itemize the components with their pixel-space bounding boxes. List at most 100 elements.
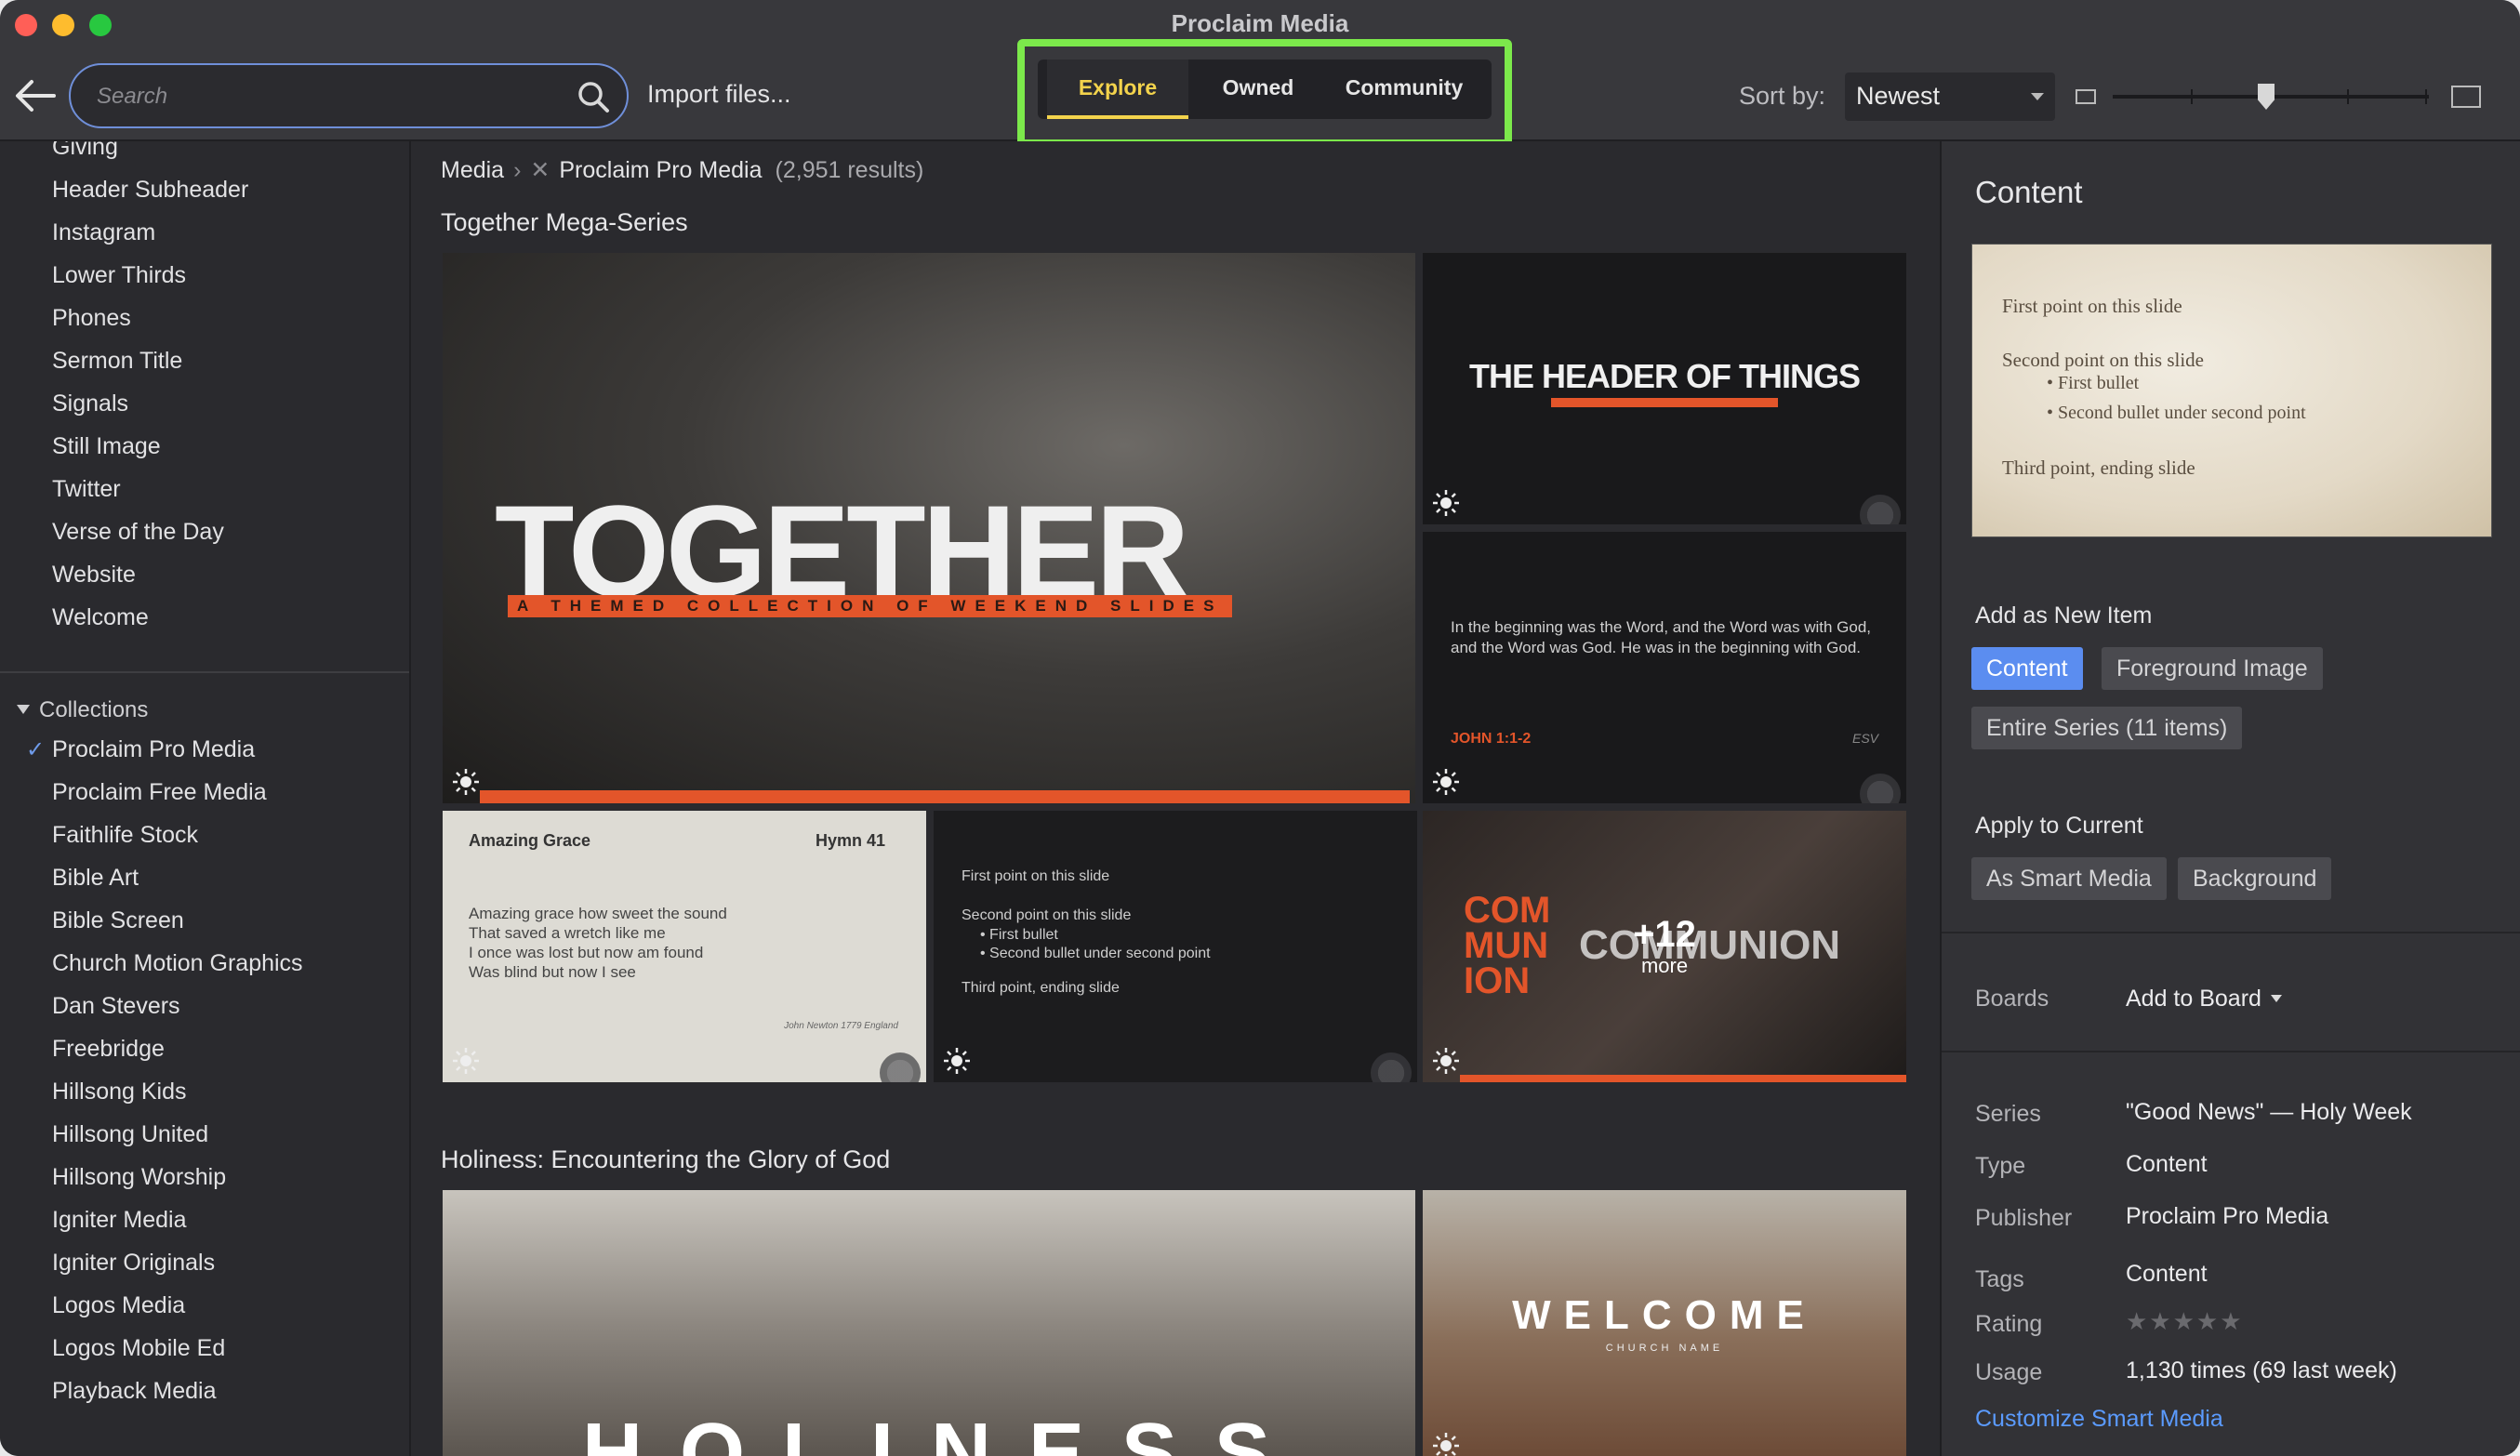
rating-stars[interactable]: ★★★★★ bbox=[2126, 1307, 2244, 1336]
thumbnail-title: Amazing Grace bbox=[469, 831, 591, 850]
accent-bar bbox=[1551, 398, 1778, 407]
disclosure-triangle-icon bbox=[17, 705, 30, 714]
small-thumbnail-icon[interactable] bbox=[2076, 89, 2096, 104]
customize-smart-media-link[interactable]: Customize Smart Media bbox=[1975, 1406, 2223, 1433]
slide-point: Second point on this slide bbox=[962, 907, 1132, 923]
sort-value: Newest bbox=[1856, 82, 1941, 110]
search-box[interactable] bbox=[69, 63, 629, 128]
collection-igniter-originals[interactable]: Igniter Originals bbox=[52, 1250, 215, 1277]
slider-tick bbox=[2347, 89, 2349, 104]
sidebar-item-website[interactable]: Website bbox=[52, 562, 136, 589]
thumbnail-subtext: CHURCH NAME bbox=[1605, 1343, 1724, 1354]
remove-filter-icon[interactable]: ✕ bbox=[530, 157, 550, 183]
collection-playback-media[interactable]: Playback Media bbox=[52, 1378, 216, 1405]
apply-smart-media-button[interactable]: As Smart Media bbox=[1971, 857, 2167, 900]
collections-header[interactable]: Collections bbox=[17, 697, 148, 723]
sidebar-item-welcome[interactable]: Welcome bbox=[52, 604, 149, 631]
collection-proclaim-pro-media[interactable]: Proclaim Pro Media bbox=[52, 736, 255, 763]
accent-bar bbox=[480, 790, 1410, 803]
apply-background-button[interactable]: Background bbox=[2178, 857, 2332, 900]
panel-divider bbox=[1942, 1051, 2520, 1052]
collection-hillsong-kids[interactable]: Hillsong Kids bbox=[52, 1079, 187, 1105]
collection-logos-mobile-ed[interactable]: Logos Mobile Ed bbox=[52, 1335, 225, 1362]
more-items-thumbnail[interactable]: COM MUN ION COMMUNION +12 more bbox=[1423, 811, 1906, 1082]
smart-media-icon bbox=[453, 769, 479, 795]
media-thumbnail[interactable]: TOGETHER A THEMED COLLECTION OF WEEKEND … bbox=[443, 253, 1415, 803]
preview-bullet: • Second bullet under second point bbox=[2047, 403, 2306, 423]
add-content-button[interactable]: Content bbox=[1971, 647, 2083, 690]
details-panel: Content First point on this slide Second… bbox=[1940, 141, 2520, 1456]
preview-point: Third point, ending slide bbox=[2002, 457, 2195, 479]
import-files-button[interactable]: Import files... bbox=[647, 80, 791, 109]
collection-faithlife-stock[interactable]: Faithlife Stock bbox=[52, 822, 198, 849]
section-title[interactable]: Together Mega-Series bbox=[441, 208, 688, 237]
tab-community[interactable]: Community bbox=[1322, 60, 1486, 119]
media-thumbnail[interactable]: First point on this slide Second point o… bbox=[934, 811, 1417, 1082]
tag-content[interactable]: Content bbox=[2126, 1261, 2208, 1288]
media-thumbnail[interactable]: WELCOME CHURCH NAME bbox=[1423, 1190, 1906, 1456]
media-thumbnail[interactable]: In the beginning was the Word, and the W… bbox=[1423, 532, 1906, 803]
sidebar-item-phones[interactable]: Phones bbox=[52, 305, 131, 332]
sidebar-item-signals[interactable]: Signals bbox=[52, 390, 128, 417]
panel-title: Content bbox=[1975, 175, 2083, 209]
sidebar-item-still-image[interactable]: Still Image bbox=[52, 433, 161, 460]
series-value: "Good News" — Holy Week bbox=[2126, 1099, 2412, 1125]
smart-media-icon bbox=[1433, 769, 1459, 795]
slide-bullet: Second bullet under second point bbox=[989, 946, 1211, 961]
preview-point: First point on this slide bbox=[2002, 295, 2182, 317]
globe-icon bbox=[1860, 495, 1901, 524]
series-label: Series bbox=[1975, 1101, 2041, 1127]
sort-select[interactable]: Newest bbox=[1845, 73, 2055, 121]
collection-hillsong-worship[interactable]: Hillsong Worship bbox=[52, 1164, 226, 1191]
collection-bible-art[interactable]: Bible Art bbox=[52, 865, 139, 892]
collection-igniter-media[interactable]: Igniter Media bbox=[52, 1207, 187, 1234]
slide-points: First point on this slide Second point o… bbox=[962, 867, 1211, 999]
media-thumbnail[interactable]: THE HEADER OF THINGS bbox=[1423, 253, 1906, 524]
media-thumbnail[interactable]: HOLINESS bbox=[443, 1190, 1415, 1456]
bible-version: ESV bbox=[1851, 731, 1878, 746]
collection-proclaim-free-media[interactable]: Proclaim Free Media bbox=[52, 779, 267, 806]
add-foreground-image-button[interactable]: Foreground Image bbox=[2102, 647, 2323, 690]
search-icon[interactable] bbox=[577, 80, 610, 113]
search-input[interactable] bbox=[97, 78, 543, 115]
back-arrow-icon bbox=[16, 80, 56, 112]
globe-icon bbox=[1860, 774, 1901, 803]
sidebar-item-twitter[interactable]: Twitter bbox=[52, 476, 121, 503]
sidebar-item-header-subheader[interactable]: Header Subheader bbox=[52, 177, 248, 204]
type-label: Type bbox=[1975, 1153, 2026, 1179]
media-browser: Media › ✕ Proclaim Pro Media (2,951 results)… bbox=[413, 141, 1940, 1456]
lyric-line: That saved a wretch like me bbox=[469, 924, 666, 942]
result-count: (2,951 results) bbox=[775, 157, 924, 183]
collection-dan-stevers[interactable]: Dan Stevers bbox=[52, 993, 180, 1020]
sidebar-item-instagram[interactable]: Instagram bbox=[52, 219, 155, 246]
slide-point: First point on this slide bbox=[962, 868, 1110, 884]
section-title[interactable]: Holiness: Encountering the Glory of God bbox=[441, 1145, 890, 1174]
hymn-number: Hymn 41 bbox=[815, 831, 885, 850]
tab-owned[interactable]: Owned bbox=[1194, 60, 1322, 119]
collection-logos-media[interactable]: Logos Media bbox=[52, 1292, 185, 1319]
preview-bullet: • First bullet bbox=[2047, 373, 2140, 393]
sidebar-item-giving[interactable]: Giving bbox=[52, 141, 118, 161]
usage-value: 1,130 times (69 last week) bbox=[2126, 1357, 2397, 1383]
slider-thumb[interactable] bbox=[2258, 84, 2275, 110]
collection-bible-screen[interactable]: Bible Screen bbox=[52, 907, 184, 934]
collection-church-motion-graphics[interactable]: Church Motion Graphics bbox=[52, 950, 303, 977]
add-to-board-button[interactable]: Add to Board bbox=[2126, 986, 2282, 1013]
globe-icon bbox=[880, 1052, 921, 1082]
smart-media-icon bbox=[1433, 1048, 1459, 1074]
media-thumbnail[interactable]: Amazing Grace Hymn 41 Amazing grace how … bbox=[443, 811, 926, 1082]
sidebar-item-verse-of-the-day[interactable]: Verse of the Day bbox=[52, 519, 224, 546]
breadcrumb-root[interactable]: Media bbox=[441, 157, 504, 183]
preview-point: Second point on this slide bbox=[2002, 349, 2204, 371]
tab-explore[interactable]: Explore bbox=[1047, 60, 1188, 119]
large-thumbnail-icon[interactable] bbox=[2451, 86, 2481, 108]
collection-hillsong-united[interactable]: Hillsong United bbox=[52, 1121, 208, 1148]
collection-freebridge[interactable]: Freebridge bbox=[52, 1036, 165, 1063]
add-entire-series-button[interactable]: Entire Series (11 items) bbox=[1971, 707, 2243, 749]
add-to-board-label: Add to Board bbox=[2126, 986, 2261, 1012]
sidebar-item-lower-thirds[interactable]: Lower Thirds bbox=[52, 262, 186, 289]
accent-bar bbox=[1460, 1075, 1906, 1082]
sidebar-item-sermon-title[interactable]: Sermon Title bbox=[52, 348, 182, 375]
back-button[interactable] bbox=[13, 73, 58, 119]
lyric-line: I once was lost but now am found bbox=[469, 944, 704, 961]
